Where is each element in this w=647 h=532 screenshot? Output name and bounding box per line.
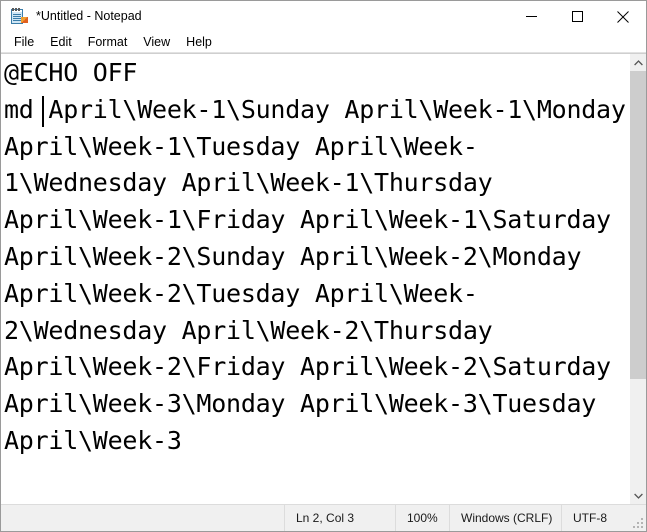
menu-bar: File Edit Format View Help [1, 32, 646, 53]
window-title: *Untitled - Notepad [36, 9, 142, 24]
status-line-ending[interactable]: Windows (CRLF) [449, 505, 561, 531]
status-bar-spacer [1, 505, 284, 531]
maximize-button[interactable] [554, 1, 600, 32]
editor-region: @ECHO OFF md April\Week-1\Sunday April\W… [1, 53, 646, 504]
notepad-icon [10, 8, 28, 25]
window-controls [508, 1, 646, 32]
editor-text: @ECHO OFF md April\Week-1\Sunday April\W… [4, 58, 626, 455]
minimize-button[interactable] [508, 1, 554, 32]
vertical-scrollbar[interactable] [629, 54, 646, 504]
scrollbar-track[interactable] [630, 71, 646, 487]
text-editor[interactable]: @ECHO OFF md April\Week-1\Sunday April\W… [1, 54, 629, 504]
text-caret [42, 96, 44, 127]
scroll-up-button[interactable] [630, 54, 646, 71]
status-bar: Ln 2, Col 3 100% Windows (CRLF) UTF-8 [1, 504, 646, 531]
menu-item-file[interactable]: File [6, 32, 42, 52]
scrollbar-thumb[interactable] [630, 71, 646, 379]
status-cursor-position: Ln 2, Col 3 [284, 505, 395, 531]
menu-item-help[interactable]: Help [178, 32, 220, 52]
menu-item-view[interactable]: View [135, 32, 178, 52]
title-bar-left: *Untitled - Notepad [1, 8, 508, 25]
notepad-window: *Untitled - Notepad File Edit Format Vie… [0, 0, 647, 532]
scroll-down-button[interactable] [630, 487, 646, 504]
title-bar[interactable]: *Untitled - Notepad [1, 1, 646, 32]
status-zoom-level[interactable]: 100% [395, 505, 449, 531]
menu-item-edit[interactable]: Edit [42, 32, 80, 52]
menu-item-format[interactable]: Format [80, 32, 136, 52]
resize-grip-icon[interactable] [632, 517, 643, 528]
close-button[interactable] [600, 1, 646, 32]
